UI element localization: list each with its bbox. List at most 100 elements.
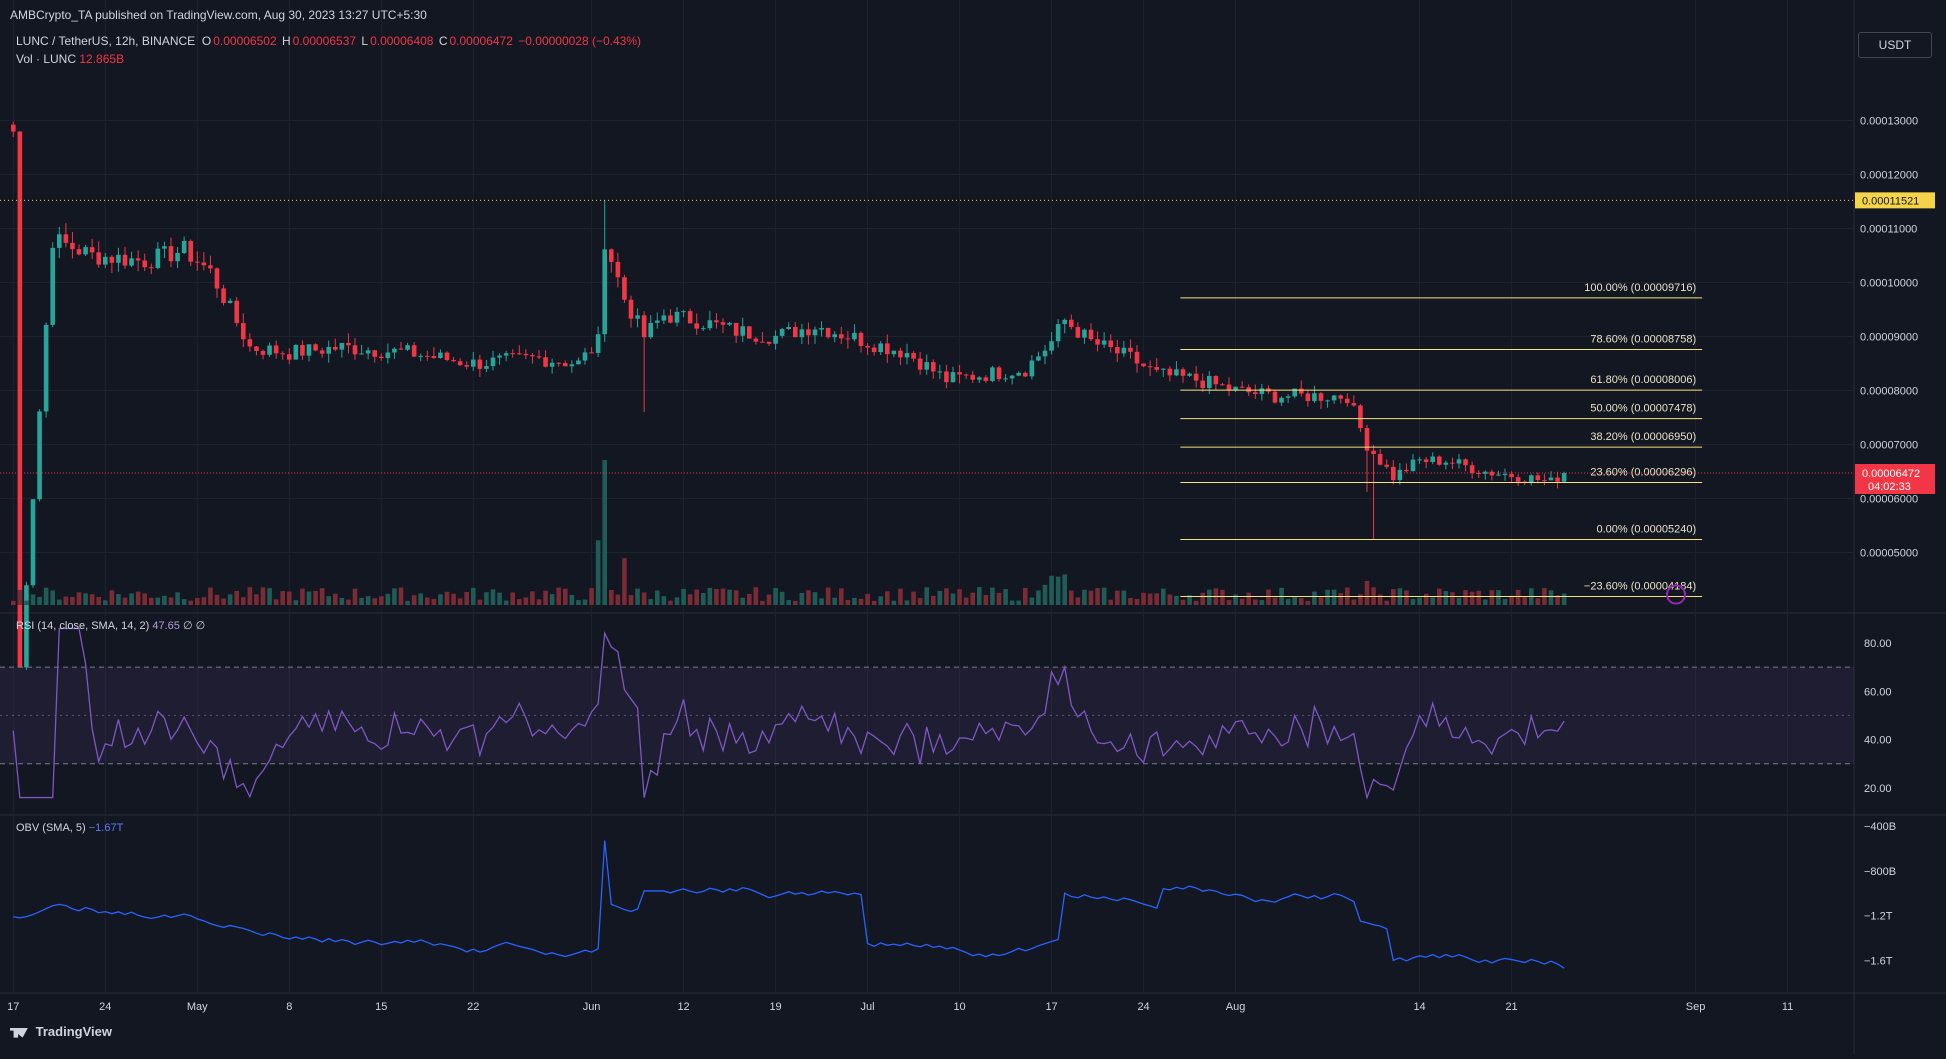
candle-body: [1213, 376, 1219, 385]
candle-body: [319, 350, 325, 354]
volume-bar: [1082, 589, 1087, 605]
volume-bar: [444, 591, 450, 605]
candle-body: [1206, 376, 1212, 389]
volume-bar: [168, 597, 174, 605]
candle-body: [1009, 375, 1015, 379]
candle-body: [484, 366, 489, 369]
volume-bar: [845, 600, 851, 605]
volume-bar: [1193, 600, 1199, 605]
price-tick-label: 0.00011000: [1860, 223, 1917, 235]
rsi-tick-label: 40.00: [1864, 735, 1892, 747]
candle-body: [1515, 477, 1521, 482]
candle-body: [1029, 360, 1035, 377]
volume-bar: [346, 599, 351, 605]
volume-bar: [438, 594, 443, 605]
volume-bar: [674, 597, 680, 605]
candle-body: [43, 324, 49, 412]
volume-bar: [878, 596, 884, 605]
candle-body: [1200, 380, 1206, 389]
volume-bar: [753, 587, 759, 605]
volume-bar: [549, 594, 555, 605]
volume-bar: [188, 600, 194, 605]
candle-body: [608, 249, 614, 262]
volume-bar: [1220, 589, 1225, 605]
volume-bar: [227, 594, 233, 605]
volume-bar: [313, 590, 318, 605]
candle-body: [385, 352, 391, 359]
volume-bar: [240, 597, 246, 605]
volume-bar: [569, 594, 575, 605]
candle-body: [56, 234, 62, 248]
volume-bar: [1003, 589, 1008, 605]
volume-bar: [214, 594, 220, 605]
volume-bar: [1463, 590, 1468, 605]
volume-bar: [1180, 599, 1186, 605]
candle-body: [293, 344, 299, 360]
volume-bar: [832, 597, 838, 605]
tradingview-logo[interactable]: TradingView: [10, 1024, 112, 1039]
volume-bar: [109, 590, 115, 605]
candle-body: [1252, 392, 1258, 395]
currency-unit-button[interactable]: USDT: [1858, 32, 1932, 58]
candle-body: [260, 351, 266, 355]
volume-bar: [326, 596, 332, 605]
volume-bar: [89, 594, 95, 605]
volume-bar: [635, 588, 640, 605]
price-tick-label: 0.00010000: [1860, 277, 1918, 289]
volume-bar: [970, 592, 976, 605]
volume-bar: [1252, 599, 1258, 605]
candle-body: [188, 240, 194, 262]
volume-bar: [628, 595, 634, 605]
volume-bar: [1042, 584, 1048, 605]
volume-bar: [536, 599, 542, 605]
volume-bar: [1522, 597, 1528, 605]
publisher-line: AMBCrypto_TA published on TradingView.co…: [10, 8, 427, 22]
volume-bar: [733, 590, 739, 605]
candle-body: [1016, 372, 1022, 376]
volume-bar: [714, 589, 719, 605]
chart-canvas[interactable]: 0.00013000 0.00012000 0.00011000 0.00010000…: [0, 0, 1946, 1054]
fib-level-label: 50.00% (0.00007478): [1590, 403, 1696, 415]
candle-body: [1351, 403, 1357, 406]
volume-bar: [339, 597, 345, 605]
candle-body: [313, 344, 318, 351]
volume-bar: [1305, 600, 1311, 605]
volume-bar: [1469, 591, 1475, 605]
volume-bar: [937, 590, 943, 605]
volume-bar: [1410, 598, 1416, 605]
candle-body: [806, 329, 811, 336]
candle-body: [1496, 474, 1501, 476]
volume-bar: [1384, 600, 1390, 605]
candle-body: [845, 338, 851, 340]
chart-stage[interactable]: 0.00013000 0.00012000 0.00011000 0.00010000…: [0, 0, 1946, 1054]
volume-bar: [641, 592, 647, 605]
candle-body: [1062, 319, 1068, 325]
time-tick-label: Aug: [1226, 1001, 1246, 1013]
volume-bar: [530, 591, 535, 605]
candle-body: [1082, 329, 1087, 338]
ohlc-values: O 0.00006502 H 0.00006537 L 0.00006408 C 0.0…: [199, 34, 643, 48]
volume-bar: [746, 593, 752, 605]
volume-bar: [162, 595, 167, 605]
volume-bar: [1114, 590, 1120, 605]
candle-body: [536, 356, 542, 358]
candle-body: [1548, 477, 1554, 481]
close-value: 0.00006472: [449, 34, 513, 48]
volume-bar: [1318, 597, 1324, 605]
volume-bar: [1338, 593, 1344, 605]
volume-bar: [1160, 588, 1166, 605]
time-tick-label: 8: [286, 1001, 292, 1013]
candle-body: [109, 256, 115, 263]
candle-body: [1108, 340, 1114, 348]
candle-body: [1542, 480, 1547, 482]
volume-bar: [1206, 589, 1212, 605]
volume-bar: [917, 598, 923, 605]
volume-bar: [221, 598, 226, 605]
candle-body: [996, 367, 1002, 380]
candle-body: [162, 246, 167, 249]
volume-bar: [865, 593, 870, 605]
volume-bar: [1101, 587, 1107, 605]
volume-bar: [766, 594, 772, 605]
candle-body: [470, 359, 476, 367]
volume-bar: [562, 588, 568, 605]
